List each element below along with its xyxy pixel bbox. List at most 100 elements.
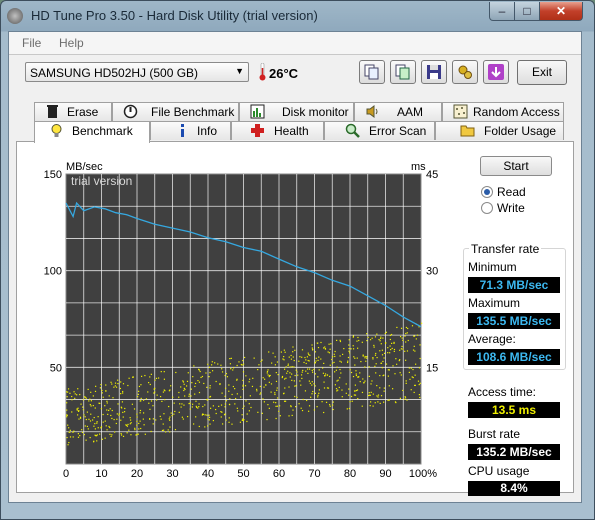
access-time-point — [348, 339, 350, 341]
access-time-point — [178, 391, 180, 394]
access-time-point — [292, 409, 294, 411]
access-time-point — [409, 378, 411, 380]
save-button[interactable] — [421, 60, 447, 84]
tab-disk-monitor[interactable]: Disk monitor — [239, 102, 354, 121]
access-time-point — [290, 358, 292, 360]
access-time-point — [211, 370, 214, 372]
write-radio[interactable] — [481, 202, 493, 214]
access-time-point — [101, 389, 103, 392]
access-time-point — [225, 400, 228, 402]
access-time-point — [287, 364, 289, 367]
access-time-point — [73, 430, 75, 432]
drive-select[interactable]: SAMSUNG HD502HJ (500 GB) ▼ — [25, 62, 249, 82]
access-time-point — [142, 418, 144, 420]
start-button[interactable]: Start — [480, 156, 552, 176]
tab-folder-usage[interactable]: Folder Usage — [435, 121, 564, 140]
tab-benchmark[interactable]: Benchmark — [34, 121, 150, 143]
tab-health[interactable]: Health — [231, 121, 324, 140]
access-time-point — [278, 405, 281, 407]
minimize-button[interactable]: – — [489, 2, 515, 21]
access-time-point — [229, 398, 231, 400]
access-time-point — [108, 409, 110, 412]
access-time-point — [129, 419, 132, 421]
access-time-point — [125, 424, 127, 426]
access-time-point — [195, 416, 197, 418]
access-time-point — [100, 427, 102, 429]
access-time-point — [206, 414, 208, 416]
access-time-point — [163, 371, 165, 373]
access-time-point — [413, 391, 415, 394]
access-time-point — [72, 431, 74, 433]
access-time-point — [156, 399, 158, 401]
access-time-point — [94, 390, 97, 393]
title-bar[interactable]: HD Tune Pro 3.50 - Hard Disk Utility (tr… — [1, 1, 594, 30]
access-time-point — [143, 424, 145, 426]
access-time-point — [170, 412, 172, 414]
tab-random-access[interactable]: Random Access — [442, 102, 564, 121]
read-radio[interactable] — [481, 186, 493, 198]
access-time-point — [202, 405, 204, 408]
options-button[interactable] — [452, 60, 478, 84]
access-time-point — [382, 337, 384, 339]
access-time-point — [108, 425, 110, 428]
access-time-point — [311, 369, 313, 371]
access-time-point — [221, 392, 223, 394]
screenshot-button[interactable] — [483, 60, 509, 84]
access-time-point — [87, 388, 89, 391]
app-icon[interactable] — [7, 8, 23, 24]
access-time-point — [376, 356, 378, 359]
menu-bar: File Help — [9, 32, 581, 54]
access-time-point — [284, 400, 287, 402]
tab-error-scan[interactable]: Error Scan — [324, 121, 435, 140]
access-time-point — [97, 416, 99, 418]
access-time-point — [79, 393, 81, 396]
access-time-point — [132, 376, 134, 378]
access-time-point — [248, 381, 250, 383]
access-time-point — [311, 381, 313, 383]
tab-file-benchmark[interactable]: File Benchmark — [112, 102, 239, 121]
copy-info-icon — [395, 64, 410, 80]
access-time-point — [69, 431, 71, 433]
access-time-point — [350, 371, 353, 374]
close-button[interactable]: ✕ — [539, 2, 583, 21]
access-time-point — [261, 412, 263, 414]
menu-file[interactable]: File — [22, 36, 41, 50]
access-time-point — [111, 434, 113, 436]
access-time-point — [405, 359, 407, 361]
access-time-point — [289, 372, 291, 374]
access-time-point — [286, 372, 288, 374]
access-time-point — [354, 394, 357, 396]
access-time-point — [399, 349, 401, 351]
menu-help[interactable]: Help — [59, 36, 84, 50]
access-time-point — [324, 348, 326, 350]
exit-button[interactable]: Exit — [517, 60, 567, 85]
tab-info[interactable]: Info — [150, 121, 231, 140]
access-time-point — [145, 398, 148, 400]
access-time-point — [100, 426, 103, 428]
access-time-point — [364, 357, 366, 359]
access-time-point — [357, 376, 359, 378]
access-time-point — [267, 374, 269, 376]
access-time-point — [83, 414, 85, 416]
access-time-point — [228, 403, 231, 406]
temperature-readout: 26°C — [269, 66, 299, 81]
copy-button[interactable] — [359, 60, 385, 84]
access-time-point — [399, 372, 401, 374]
access-time-point — [348, 388, 350, 390]
access-time-point — [209, 423, 211, 425]
x-tick-label: 10 — [95, 468, 107, 480]
access-time-point — [272, 352, 274, 354]
access-time-point — [366, 340, 368, 342]
tab-erase[interactable]: Erase — [34, 102, 112, 121]
access-time-point — [93, 440, 95, 442]
access-time-point — [225, 419, 227, 421]
access-time-point — [369, 394, 371, 396]
access-time-point — [385, 363, 388, 365]
access-time-point — [312, 348, 314, 351]
access-time-point — [162, 429, 165, 431]
copy-info-button[interactable] — [390, 60, 416, 84]
access-time-point — [183, 383, 185, 385]
tab-aam[interactable]: AAM — [354, 102, 442, 121]
maximize-button[interactable]: □ — [514, 2, 540, 21]
access-time-point — [358, 339, 360, 342]
